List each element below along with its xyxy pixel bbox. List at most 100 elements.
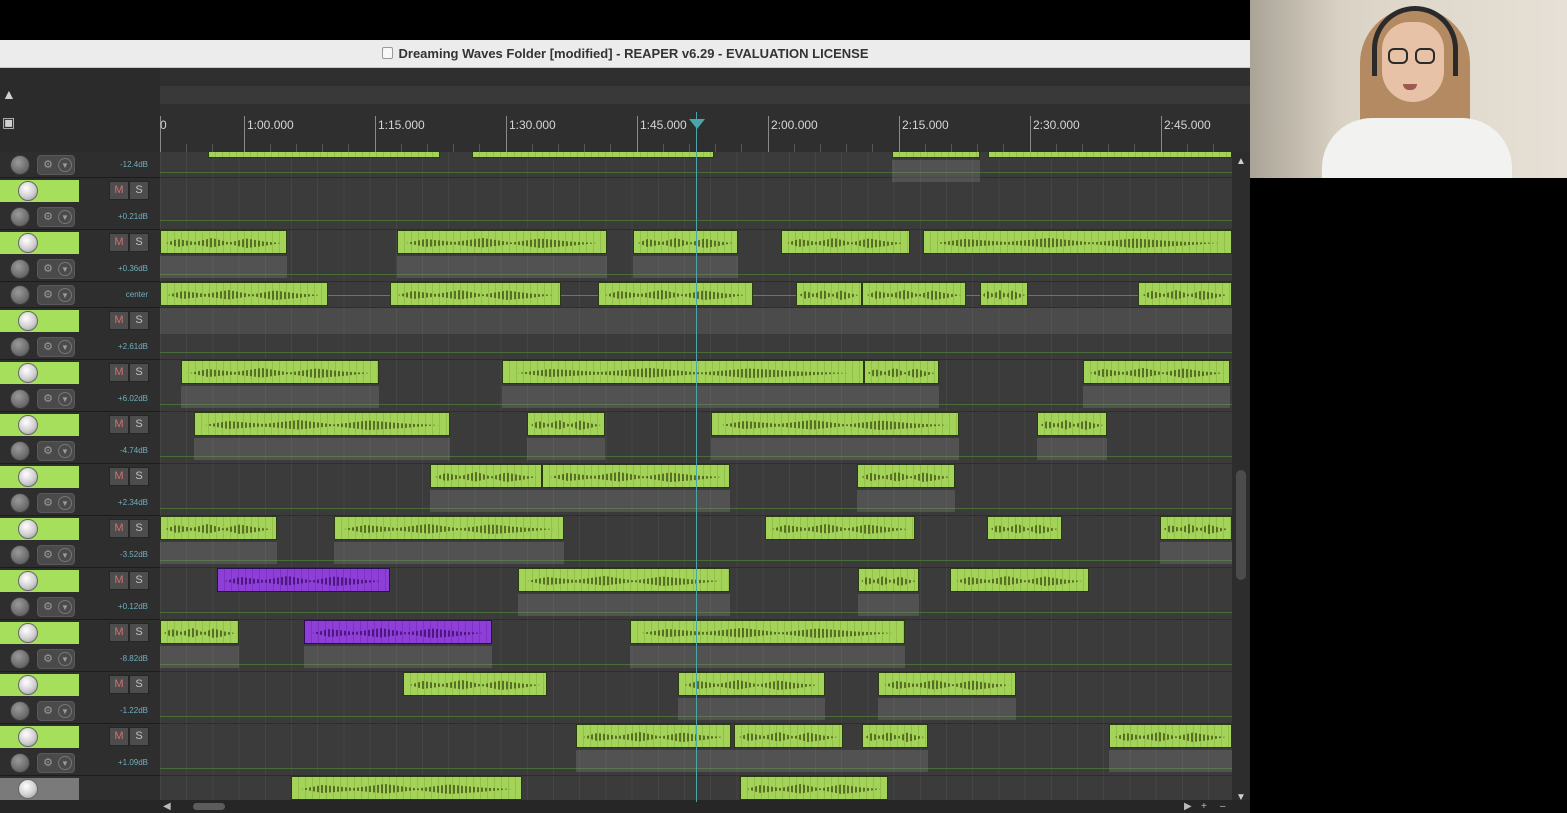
media-item[interactable] xyxy=(1109,724,1232,748)
timeline-ruler[interactable]: 0 1:00.000 1:15.000 1:30.000 1:45.000 2:… xyxy=(160,68,1250,152)
track-color-swatch[interactable] xyxy=(0,180,79,202)
pan-knob[interactable] xyxy=(10,701,30,721)
media-item[interactable] xyxy=(472,152,714,158)
media-item[interactable] xyxy=(397,230,607,254)
media-item[interactable] xyxy=(630,620,905,644)
solo-button[interactable]: S xyxy=(129,519,149,538)
vertical-scrollbar[interactable]: ▲ ▼ + – xyxy=(1232,152,1250,813)
track-header[interactable]: M S ⚙ ▼ -8.82dB xyxy=(0,620,160,672)
media-item[interactable] xyxy=(304,620,492,644)
media-item[interactable] xyxy=(950,568,1089,592)
pan-knob[interactable] xyxy=(10,649,30,669)
gear-icon[interactable]: ⚙ xyxy=(41,262,55,276)
mute-button[interactable]: M xyxy=(109,181,129,200)
media-item[interactable] xyxy=(858,568,919,592)
gear-icon[interactable]: ⚙ xyxy=(41,392,55,406)
media-item[interactable] xyxy=(502,360,864,384)
track-color-swatch[interactable] xyxy=(0,778,79,800)
pan-knob[interactable] xyxy=(10,493,30,513)
gear-icon[interactable]: ⚙ xyxy=(41,704,55,718)
fx-controls[interactable]: ⚙ ▼ xyxy=(37,441,75,461)
io-icon[interactable]: ▼ xyxy=(58,392,72,406)
mute-button[interactable]: M xyxy=(109,233,129,252)
media-item[interactable] xyxy=(633,230,738,254)
pan-knob[interactable] xyxy=(10,155,30,175)
fx-controls[interactable]: ⚙ ▼ xyxy=(37,493,75,513)
media-item[interactable] xyxy=(390,282,561,306)
track-color-swatch[interactable] xyxy=(0,466,79,488)
track-color-swatch[interactable] xyxy=(0,362,79,384)
gear-icon[interactable]: ⚙ xyxy=(41,444,55,458)
arrow-right-icon[interactable]: ▶ xyxy=(1184,800,1192,813)
volume-knob[interactable] xyxy=(18,467,38,487)
fx-controls[interactable]: ⚙ ▼ xyxy=(37,207,75,227)
gear-icon[interactable]: ⚙ xyxy=(41,600,55,614)
media-item[interactable] xyxy=(781,230,910,254)
gear-icon[interactable]: ⚙ xyxy=(41,652,55,666)
gear-icon[interactable]: ⚙ xyxy=(41,756,55,770)
media-item[interactable] xyxy=(987,516,1062,540)
io-icon[interactable]: ▼ xyxy=(58,704,72,718)
mute-button[interactable]: M xyxy=(109,519,129,538)
media-item[interactable] xyxy=(576,724,731,748)
track-header[interactable]: M S ⚙ ▼ -3.52dB xyxy=(0,516,160,568)
fx-controls[interactable]: ⚙ ▼ xyxy=(37,649,75,669)
media-item[interactable] xyxy=(862,724,928,748)
pan-knob[interactable] xyxy=(10,441,30,461)
io-icon[interactable]: ▼ xyxy=(58,158,72,172)
fx-controls[interactable]: ⚙ ▼ xyxy=(37,597,75,617)
volume-knob[interactable] xyxy=(18,181,38,201)
volume-knob[interactable] xyxy=(18,675,38,695)
mute-button[interactable]: M xyxy=(109,727,129,746)
gear-icon[interactable]: ⚙ xyxy=(41,210,55,224)
media-item[interactable] xyxy=(598,282,753,306)
media-item[interactable] xyxy=(740,776,888,800)
media-item[interactable] xyxy=(160,516,277,540)
track-header[interactable]: M S ⚙ ▼ +2.61dB xyxy=(0,308,160,360)
pan-knob[interactable] xyxy=(10,597,30,617)
media-item[interactable] xyxy=(923,230,1232,254)
fx-controls[interactable]: ⚙ ▼ xyxy=(37,155,75,175)
media-item[interactable] xyxy=(988,152,1232,158)
horizontal-scrollbar[interactable]: ◀ ▶ + – xyxy=(0,800,1250,813)
media-item[interactable] xyxy=(980,282,1028,306)
fx-controls[interactable]: ⚙ ▼ xyxy=(37,389,75,409)
mute-button[interactable]: M xyxy=(109,571,129,590)
mute-button[interactable]: M xyxy=(109,363,129,382)
fx-controls[interactable]: ⚙ ▼ xyxy=(37,753,75,773)
media-item[interactable] xyxy=(542,464,730,488)
track-color-swatch[interactable] xyxy=(0,232,79,254)
media-item[interactable] xyxy=(864,360,939,384)
io-icon[interactable]: ▼ xyxy=(58,756,72,770)
playhead-marker-icon[interactable] xyxy=(689,119,705,129)
media-item[interactable] xyxy=(160,230,287,254)
io-icon[interactable]: ▼ xyxy=(58,340,72,354)
volume-knob[interactable] xyxy=(18,623,38,643)
io-icon[interactable]: ▼ xyxy=(58,548,72,562)
media-item[interactable] xyxy=(194,412,450,436)
media-item[interactable] xyxy=(1160,516,1232,540)
track-color-swatch[interactable] xyxy=(0,726,79,748)
media-item[interactable] xyxy=(1037,412,1107,436)
mute-button[interactable]: M xyxy=(109,467,129,486)
pan-knob[interactable] xyxy=(10,545,30,565)
media-item[interactable] xyxy=(1083,360,1230,384)
volume-knob[interactable] xyxy=(18,779,38,799)
track-header[interactable]: M S ⚙ ▼ -4.74dB xyxy=(0,412,160,464)
lock-icon[interactable]: ▣ xyxy=(2,114,16,130)
ruler-region-band[interactable] xyxy=(160,86,1250,104)
track-header[interactable]: M S ⚙ ▼ +1.09dB xyxy=(0,724,160,776)
track-header[interactable] xyxy=(0,776,160,800)
scroll-thumb[interactable] xyxy=(1236,470,1246,580)
volume-knob[interactable] xyxy=(18,727,38,747)
media-item[interactable] xyxy=(527,412,605,436)
metronome-icon[interactable]: ▲ xyxy=(2,86,16,102)
track-color-swatch[interactable] xyxy=(0,674,79,696)
track-color-swatch[interactable] xyxy=(0,310,79,332)
io-icon[interactable]: ▼ xyxy=(58,288,72,302)
gear-icon[interactable]: ⚙ xyxy=(41,158,55,172)
media-item[interactable] xyxy=(711,412,959,436)
volume-knob[interactable] xyxy=(18,519,38,539)
solo-button[interactable]: S xyxy=(129,311,149,330)
track-color-swatch[interactable] xyxy=(0,570,79,592)
